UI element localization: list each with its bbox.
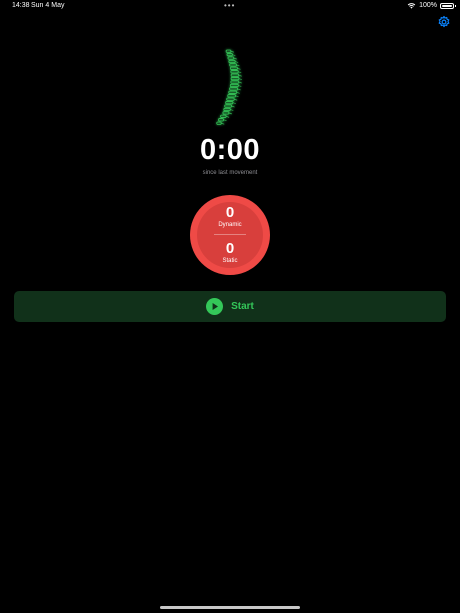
status-indicators: 100% (407, 2, 456, 9)
play-icon (206, 298, 224, 315)
wifi-icon (407, 2, 416, 9)
spine-illustration (214, 46, 244, 130)
status-time: 14:38 (12, 2, 30, 9)
dynamic-label: Dynamic (218, 222, 242, 228)
start-label: Start (231, 301, 254, 312)
status-date: Sun 4 May (31, 2, 65, 9)
timer-caption: since last movement (202, 170, 258, 176)
multitasking-dots-icon[interactable]: ••• (224, 1, 235, 10)
home-indicator[interactable] (160, 606, 300, 609)
battery-percentage: 100% (419, 2, 437, 9)
battery-icon (440, 2, 456, 9)
status-bar: 14:38 Sun 4 May ••• 100% (0, 0, 460, 12)
static-count: 0 (225, 240, 235, 257)
gear-icon (438, 15, 450, 28)
movement-counter[interactable]: 0 Dynamic 0 Static (190, 195, 270, 275)
dynamic-count: 0 (225, 204, 235, 221)
elapsed-timer: 0:00 (199, 134, 261, 166)
battery-level-fill (442, 4, 452, 7)
static-label: Static (222, 258, 238, 264)
start-button[interactable]: Start (14, 291, 446, 322)
counter-divider (214, 234, 246, 235)
settings-button[interactable] (437, 15, 451, 29)
